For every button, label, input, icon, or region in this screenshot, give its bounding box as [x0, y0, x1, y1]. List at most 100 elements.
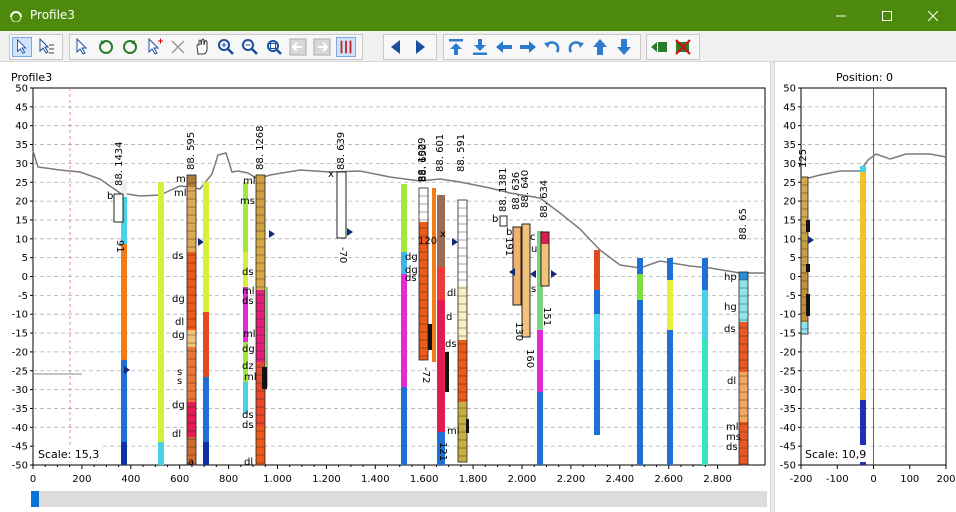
borehole-depth-label: 121	[437, 442, 448, 461]
minimize-icon	[836, 15, 846, 16]
forward-arrow-button[interactable]	[312, 37, 332, 57]
borehole-column	[637, 258, 643, 465]
layer-code-label: ds	[724, 324, 736, 335]
borehole-segment	[637, 258, 643, 274]
sample-mark	[445, 352, 449, 392]
columns-button[interactable]	[336, 37, 356, 57]
right-y-tick-label: 20	[783, 197, 796, 208]
triangle-left-icon	[391, 40, 400, 54]
import-button[interactable]	[649, 37, 669, 57]
borehole-88-591	[457, 199, 468, 463]
borehole-column	[158, 182, 164, 465]
horizontal-scrollbar[interactable]	[31, 491, 767, 507]
left-y-tick-label: 5	[22, 253, 28, 264]
right-y-tick-label: -50	[780, 461, 796, 472]
scrollbar-thumb[interactable]	[31, 491, 39, 507]
borehole-segment	[860, 166, 866, 172]
borehole-segment	[667, 258, 673, 280]
rotate-ccw-button[interactable]	[120, 37, 140, 57]
layer-code-label: ds	[405, 273, 417, 284]
layer-code-label: dl	[172, 429, 181, 440]
left-x-tick-label: 2.200	[557, 474, 586, 485]
borehole-88-1029	[418, 187, 429, 361]
left-panel-title: Profile3	[11, 71, 53, 84]
zoom-in-button[interactable]	[216, 37, 236, 57]
triangle-left-button[interactable]	[386, 37, 406, 57]
layer-code-label: dg	[172, 294, 185, 305]
back-arrow-button[interactable]	[288, 37, 308, 57]
borehole-column	[432, 188, 436, 362]
rotate-cw-button[interactable]	[96, 37, 116, 57]
arrow-multi-select-button[interactable]	[36, 37, 56, 57]
borehole-segment	[739, 322, 748, 372]
borehole-segment	[401, 184, 407, 252]
right-panel-title: Position: 0	[836, 71, 894, 84]
borehole-segment	[637, 274, 643, 300]
borehole-segment	[860, 172, 866, 400]
layer-code-label: dg	[172, 330, 185, 341]
left-x-tick-label: 1.400	[361, 474, 390, 485]
sample-mark	[262, 367, 267, 389]
undo-arc-button[interactable]	[542, 37, 562, 57]
pointer-plus-icon	[148, 37, 163, 55]
right-scale-label: Scale: 10,9	[805, 448, 866, 461]
layer-code-label: ml	[447, 426, 460, 437]
right-y-tick-label: 35	[783, 140, 796, 151]
layer-code-label: dg	[172, 400, 185, 411]
profile-view: 50 45 40 35 30 25 20 15 10 5 0 -5 -10 -15 -20 -25 -30 -35…	[0, 62, 956, 512]
close-x-button[interactable]	[168, 37, 188, 57]
layer-code-label: b	[506, 227, 512, 238]
right-y-tick-label: -10	[780, 310, 796, 321]
borehole-segment	[419, 188, 428, 222]
layer-code-label: s	[531, 284, 536, 295]
borehole-segment	[121, 244, 127, 360]
arrow-pointer-button[interactable]	[12, 37, 32, 57]
zoom-extents-button[interactable]	[264, 37, 284, 57]
panel-splitter[interactable]	[770, 62, 775, 512]
layer-code-label: b	[107, 191, 113, 202]
layer-code-label: dl	[727, 376, 736, 387]
pointer-plus-button[interactable]	[144, 37, 164, 57]
zoom-out-button[interactable]	[240, 37, 260, 57]
layer-code-label: d	[446, 312, 452, 323]
borehole-segment	[187, 402, 196, 437]
borehole-88-1381	[499, 215, 508, 227]
close-button[interactable]	[910, 0, 956, 31]
redo-arc-icon	[568, 41, 584, 53]
hand-pan-button[interactable]	[192, 37, 212, 57]
minimize-button[interactable]	[818, 0, 864, 31]
triangle-right-button[interactable]	[410, 37, 430, 57]
right-y-tick-label: 45	[783, 102, 796, 113]
borehole-88-1434	[121, 180, 127, 465]
move-top-button[interactable]	[446, 37, 466, 57]
left-scale-label: Scale: 15,3	[38, 448, 99, 461]
right-y-tick-label: -5	[786, 291, 796, 302]
borehole-segment	[432, 188, 436, 362]
borehole-segment	[187, 175, 196, 187]
borehole-column	[860, 166, 866, 465]
redo-arc-button[interactable]	[566, 37, 586, 57]
borehole-depth-label: 160	[524, 349, 535, 368]
borehole-segment	[256, 427, 265, 465]
borehole-box	[113, 193, 124, 223]
borehole-segment	[437, 300, 445, 432]
maximize-button[interactable]	[864, 0, 910, 31]
move-down-button[interactable]	[614, 37, 634, 57]
select-drag-button[interactable]	[72, 37, 92, 57]
borehole-segment	[256, 232, 265, 290]
right-y-tick-label: -15	[780, 329, 796, 340]
move-left-button[interactable]	[494, 37, 514, 57]
window-title: Profile3	[30, 8, 75, 22]
close-x-icon	[171, 40, 185, 54]
sample-mark	[466, 419, 469, 433]
delete-button[interactable]	[673, 37, 693, 57]
left-y-tick-label: -50	[12, 461, 28, 472]
borehole-segment	[458, 286, 467, 340]
left-y-tick-label: 20	[15, 197, 28, 208]
right-y-tick-label: -30	[780, 385, 796, 396]
move-down-icon	[617, 39, 631, 55]
borehole-segment	[739, 280, 748, 322]
move-right-button[interactable]	[518, 37, 538, 57]
move-bottom-button[interactable]	[470, 37, 490, 57]
move-up-button[interactable]	[590, 37, 610, 57]
